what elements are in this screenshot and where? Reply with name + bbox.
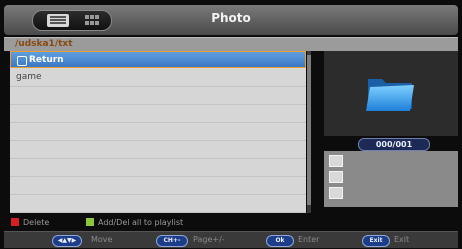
date-info-icon — [329, 187, 343, 199]
help-bar: ◀▲▼▶ Move CH+- Page+/- Ok Enter Exit Exi… — [4, 231, 458, 248]
list-item-empty — [10, 177, 306, 195]
list-item-empty — [10, 195, 306, 213]
breadcrumb: /udska1/txt — [4, 37, 458, 51]
current-path: /udska1/txt — [15, 39, 73, 49]
list-item-label: Return — [29, 55, 64, 65]
list-item-return[interactable]: Return — [10, 51, 306, 68]
list-item-empty — [10, 105, 306, 123]
red-key-icon — [11, 218, 19, 226]
media-info-icon — [329, 171, 343, 183]
file-counter: 000/001 — [358, 138, 430, 151]
file-list: Return game — [10, 51, 306, 213]
green-key-icon — [86, 218, 94, 226]
delete-hint: Delete — [11, 218, 49, 228]
arrow-keys-badge: ◀▲▼▶ — [52, 235, 82, 247]
ok-key-badge: Ok — [266, 235, 294, 247]
move-label: Move — [91, 235, 113, 244]
exit-label: Exit — [394, 235, 410, 244]
page-title: Photo — [211, 11, 251, 25]
list-item-game[interactable]: game — [10, 69, 306, 87]
page-label: Page+/- — [193, 235, 225, 244]
list-item-empty — [10, 123, 306, 141]
list-item-empty — [10, 141, 306, 159]
list-scrollbar[interactable] — [307, 51, 311, 213]
add-playlist-hint: Add/Del all to playlist — [86, 218, 183, 228]
exit-key-badge: Exit — [362, 235, 390, 247]
folder-icon — [366, 79, 414, 111]
list-item-label: game — [16, 72, 42, 82]
scrollbar-thumb[interactable] — [307, 55, 311, 205]
channel-keys-badge: CH+- — [156, 235, 188, 247]
enter-label: Enter — [298, 235, 320, 244]
delete-label: Delete — [23, 218, 50, 227]
return-icon — [17, 56, 27, 66]
list-item-empty — [10, 159, 306, 177]
preview-panel — [324, 51, 458, 136]
add-playlist-label: Add/Del all to playlist — [98, 218, 184, 227]
list-item-empty — [10, 87, 306, 105]
info-panel — [324, 151, 458, 207]
file-info-icon — [329, 155, 343, 167]
title-bar: Photo — [4, 5, 458, 35]
